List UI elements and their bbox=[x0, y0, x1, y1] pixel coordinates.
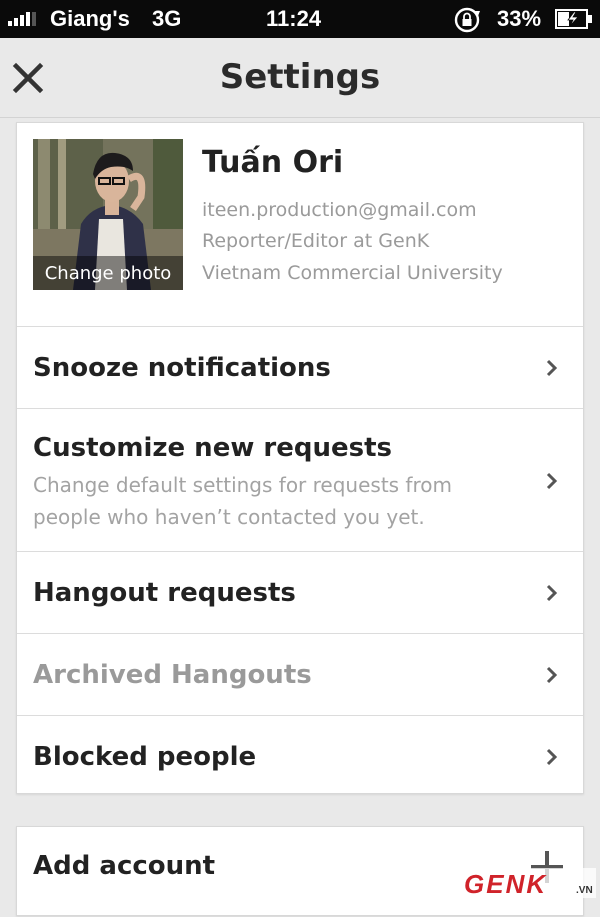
chevron-right-icon bbox=[546, 359, 558, 377]
profile-section: Change photo Tuấn Ori iteen.production@g… bbox=[17, 123, 583, 327]
genk-watermark-logo: GENK .VN bbox=[460, 868, 596, 898]
profile-photo[interactable]: Change photo bbox=[33, 139, 183, 290]
add-account-label: Add account bbox=[33, 851, 216, 881]
signal-bars-icon bbox=[8, 12, 36, 26]
battery-charging-icon bbox=[555, 9, 593, 35]
customize-new-requests-row[interactable]: Customize new requests Change default se… bbox=[17, 409, 583, 552]
chevron-right-icon bbox=[546, 472, 558, 490]
blocked-people-row[interactable]: Blocked people bbox=[17, 716, 583, 794]
row-label: Customize new requests bbox=[33, 433, 392, 463]
chevron-right-icon bbox=[546, 666, 558, 684]
battery-percentage: 33% bbox=[497, 6, 542, 31]
chevron-right-icon bbox=[546, 748, 558, 766]
status-bar: Giang's 3G 11:24 33% bbox=[0, 0, 600, 38]
settings-header: Settings bbox=[0, 38, 600, 118]
profile-job: Reporter/Editor at GenK bbox=[202, 230, 430, 252]
settings-card: Change photo Tuấn Ori iteen.production@g… bbox=[16, 122, 584, 794]
svg-text:.VN: .VN bbox=[576, 885, 593, 896]
carrier-name: Giang's bbox=[50, 6, 130, 31]
row-label: Hangout requests bbox=[33, 578, 296, 608]
chevron-right-icon bbox=[546, 584, 558, 602]
svg-text:GENK: GENK bbox=[464, 869, 547, 898]
network-type: 3G bbox=[152, 6, 182, 31]
row-label: Blocked people bbox=[33, 742, 257, 772]
page-title: Settings bbox=[219, 57, 381, 97]
profile-email: iteen.production@gmail.com bbox=[202, 199, 477, 221]
rotation-lock-icon bbox=[453, 7, 483, 39]
change-photo-label[interactable]: Change photo bbox=[33, 256, 183, 290]
snooze-notifications-row[interactable]: Snooze notifications bbox=[17, 327, 583, 409]
row-label: Archived Hangouts bbox=[33, 660, 312, 690]
row-description: Change default settings for requests fro… bbox=[33, 473, 452, 529]
status-time: 11:24 bbox=[266, 6, 322, 31]
archived-hangouts-row[interactable]: Archived Hangouts bbox=[17, 634, 583, 716]
row-label: Snooze notifications bbox=[33, 353, 331, 383]
profile-name: Tuấn Ori bbox=[202, 145, 344, 180]
profile-school: Vietnam Commercial University bbox=[202, 262, 503, 284]
hangout-requests-row[interactable]: Hangout requests bbox=[17, 552, 583, 634]
